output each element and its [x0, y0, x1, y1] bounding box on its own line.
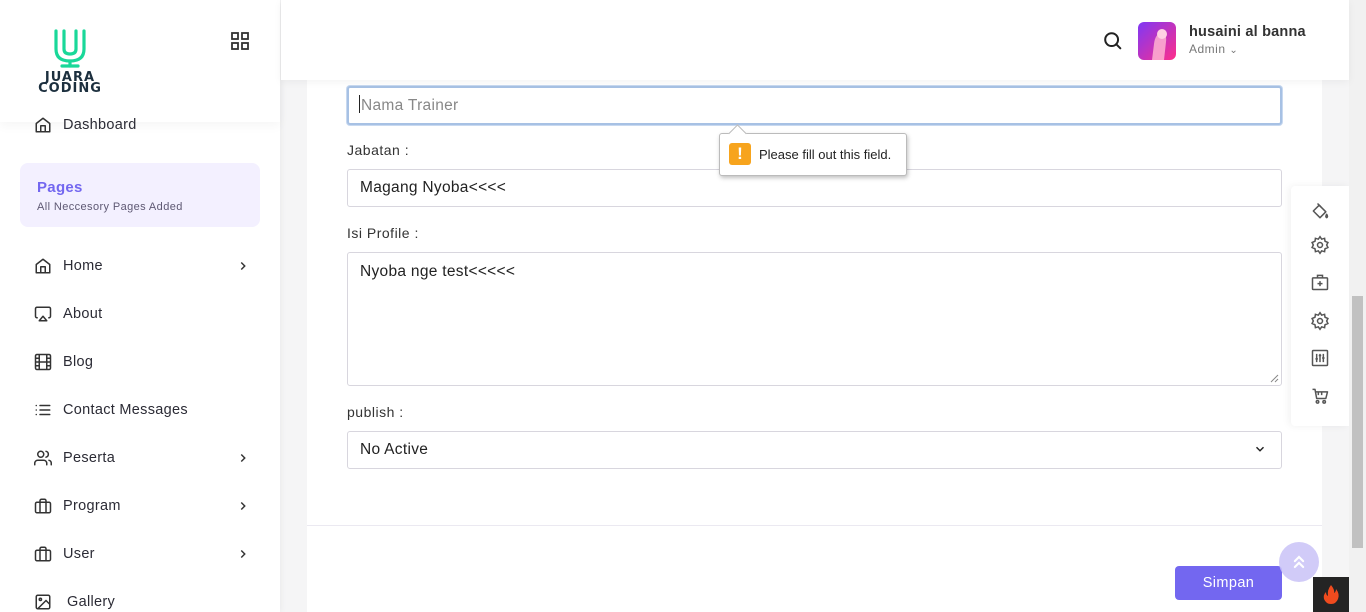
list-icon — [35, 404, 51, 416]
isi-profile-label: Isi Profile : — [347, 225, 419, 241]
publish-label: publish : — [347, 404, 404, 420]
sidebar-item-label: Program — [63, 498, 121, 514]
sidebar-item-label: About — [63, 306, 103, 322]
sidebar-item-label: Dashboard — [63, 117, 137, 133]
sidebar-item-contact-messages[interactable]: Contact Messages — [34, 398, 250, 422]
briefcase-icon — [34, 498, 52, 514]
settings-icon[interactable] — [1310, 235, 1330, 255]
chevron-down-icon: ⌄ — [1229, 45, 1239, 56]
briefcase-plus-icon[interactable] — [1310, 272, 1330, 292]
pages-title: Pages — [37, 179, 83, 196]
top-navbar: husaini al banna Admin ⌄ — [281, 0, 1349, 80]
avatar-image — [1152, 29, 1167, 60]
sidebar-item-dashboard[interactable]: Dashboard — [34, 113, 250, 137]
simpan-button[interactable]: Simpan — [1175, 566, 1282, 600]
airplay-icon — [34, 306, 52, 322]
scrollbar-thumb[interactable] — [1352, 296, 1363, 548]
sidebar-item-home[interactable]: Home — [34, 254, 250, 278]
card-divider — [307, 525, 1322, 526]
resize-handle-icon[interactable] — [1270, 374, 1279, 383]
grid-icon[interactable] — [230, 31, 250, 51]
users-icon — [34, 450, 52, 466]
chevron-down-icon — [1255, 446, 1265, 452]
logo-text: JUARA CODING — [33, 71, 107, 96]
chevron-right-icon — [240, 261, 246, 271]
warning-icon: ! — [729, 143, 751, 165]
sidebar-item-label: Contact Messages — [63, 402, 188, 418]
film-icon — [34, 353, 52, 371]
sidebar-item-gallery[interactable]: Gallery — [34, 590, 250, 612]
sidebar: JUARA CODING Dashboard Pages All Necceso… — [0, 0, 280, 612]
logo-line2: CODING — [38, 81, 102, 96]
sidebar-item-blog[interactable]: Blog — [34, 350, 250, 374]
sidebar-item-label: Blog — [63, 354, 94, 370]
user-name[interactable]: husaini al banna — [1189, 24, 1306, 40]
search-icon[interactable] — [1102, 30, 1124, 52]
chevron-right-icon — [240, 453, 246, 463]
paint-bucket-icon[interactable] — [1310, 201, 1330, 221]
image-icon — [35, 594, 51, 610]
settings-icon[interactable] — [1310, 311, 1330, 331]
home-icon — [35, 117, 51, 133]
sidebar-item-label: Peserta — [63, 450, 116, 466]
nama-trainer-placeholder: Nama Trainer — [361, 97, 459, 114]
briefcase-icon — [34, 546, 52, 562]
customizer-toolbar — [1291, 186, 1349, 426]
scroll-to-top-button[interactable] — [1279, 542, 1319, 582]
sidebar-item-program[interactable]: Program — [34, 494, 250, 518]
validation-message: Please fill out this field. — [759, 147, 892, 162]
chevrons-up-icon — [1293, 555, 1305, 569]
isi-profile-text: Nyoba nge test<<<<< — [360, 263, 516, 280]
text-caret — [359, 95, 360, 113]
jabatan-label: Jabatan : — [347, 142, 410, 158]
sidebar-header: JUARA CODING — [0, 0, 280, 122]
nama-trainer-input[interactable]: Nama Trainer — [347, 86, 1282, 125]
validation-tooltip: ! Please fill out this field. — [719, 133, 907, 176]
fire-icon — [1323, 585, 1339, 604]
chevron-right-icon — [240, 501, 246, 511]
cart-icon[interactable] — [1310, 386, 1330, 406]
avatar[interactable] — [1138, 22, 1176, 60]
chevron-right-icon — [240, 549, 246, 559]
isi-profile-textarea[interactable]: Nyoba nge test<<<<< — [347, 252, 1282, 386]
sidebar-item-peserta[interactable]: Peserta — [34, 446, 250, 470]
user-role-dropdown[interactable]: Admin ⌄ — [1189, 42, 1238, 56]
publish-select[interactable]: No Active — [347, 431, 1282, 469]
sidebar-item-label: Gallery — [67, 594, 116, 610]
sidebar-item-user[interactable]: User — [34, 542, 250, 566]
pages-section: Pages All Neccesory Pages Added — [20, 163, 260, 227]
sidebar-item-label: Home — [63, 258, 103, 274]
sidebar-item-about[interactable]: About — [34, 302, 250, 326]
home-icon — [35, 258, 51, 274]
pages-subtitle: All Neccesory Pages Added — [37, 201, 183, 213]
user-role-label: Admin — [1189, 42, 1226, 56]
fire-button[interactable] — [1313, 577, 1349, 612]
sidebar-item-label: User — [63, 546, 95, 562]
sliders-icon[interactable] — [1310, 348, 1330, 368]
